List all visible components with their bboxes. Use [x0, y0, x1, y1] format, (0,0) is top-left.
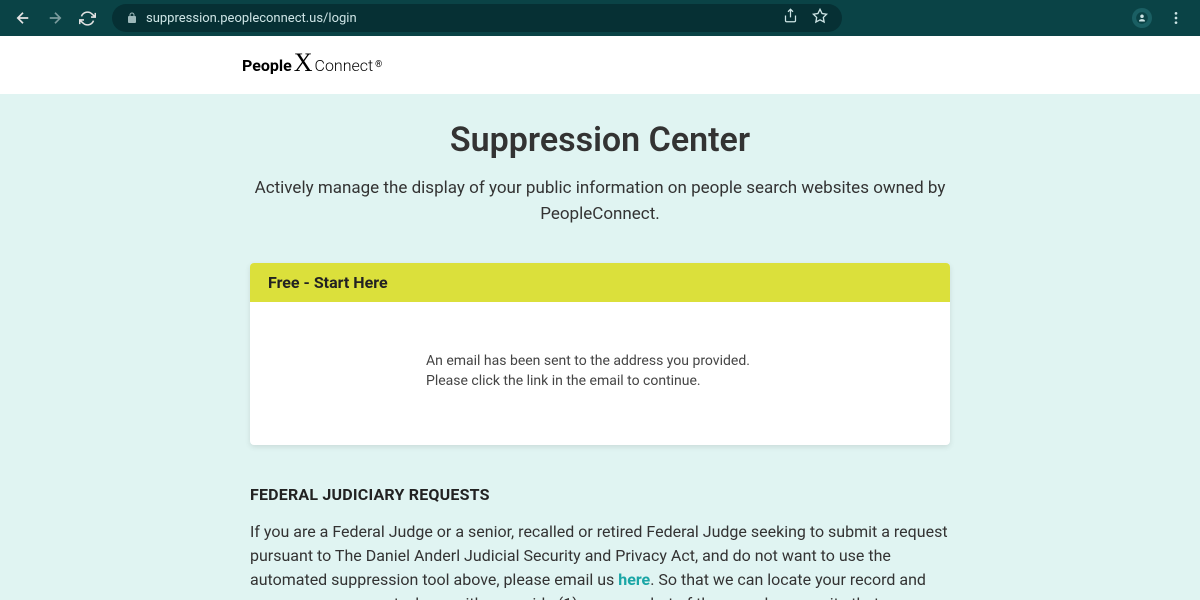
bookmark-star-icon[interactable]	[812, 8, 828, 28]
section-title: FEDERAL JUDICIARY REQUESTS	[250, 485, 950, 504]
page-body: Suppression Center Actively manage the d…	[0, 94, 1200, 600]
card-message: An email has been sent to the address yo…	[250, 302, 950, 445]
email-here-link[interactable]: here	[618, 570, 650, 589]
logo-text-light: Connect	[315, 56, 374, 75]
federal-section: FEDERAL JUDICIARY REQUESTS If you are a …	[250, 485, 950, 600]
page-viewport[interactable]: People X Connect ® Suppression Center Ac…	[0, 36, 1200, 600]
lock-icon	[126, 12, 138, 24]
card-header: Free - Start Here	[250, 263, 950, 302]
page-title: Suppression Center	[250, 120, 950, 160]
share-icon[interactable]	[783, 8, 798, 28]
reload-button[interactable]	[78, 9, 96, 27]
url-text: suppression.peopleconnect.us/login	[146, 11, 775, 26]
site-header: People X Connect ®	[0, 36, 1200, 94]
section-text: If you are a Federal Judge or a senior, …	[250, 520, 950, 600]
logo-x-icon: X	[294, 48, 313, 78]
page-subtitle: Actively manage the display of your publ…	[250, 176, 950, 227]
logo-text-bold: People	[242, 56, 292, 75]
forward-button[interactable]	[46, 9, 64, 27]
logo[interactable]: People X Connect ®	[242, 50, 382, 80]
logo-trademark: ®	[375, 60, 382, 70]
start-card: Free - Start Here An email has been sent…	[250, 263, 950, 445]
browser-chrome: suppression.peopleconnect.us/login	[0, 0, 1200, 36]
browser-menu-icon[interactable]	[1168, 10, 1184, 26]
profile-icon[interactable]	[1132, 8, 1152, 28]
address-bar[interactable]: suppression.peopleconnect.us/login	[112, 4, 842, 32]
back-button[interactable]	[14, 9, 32, 27]
